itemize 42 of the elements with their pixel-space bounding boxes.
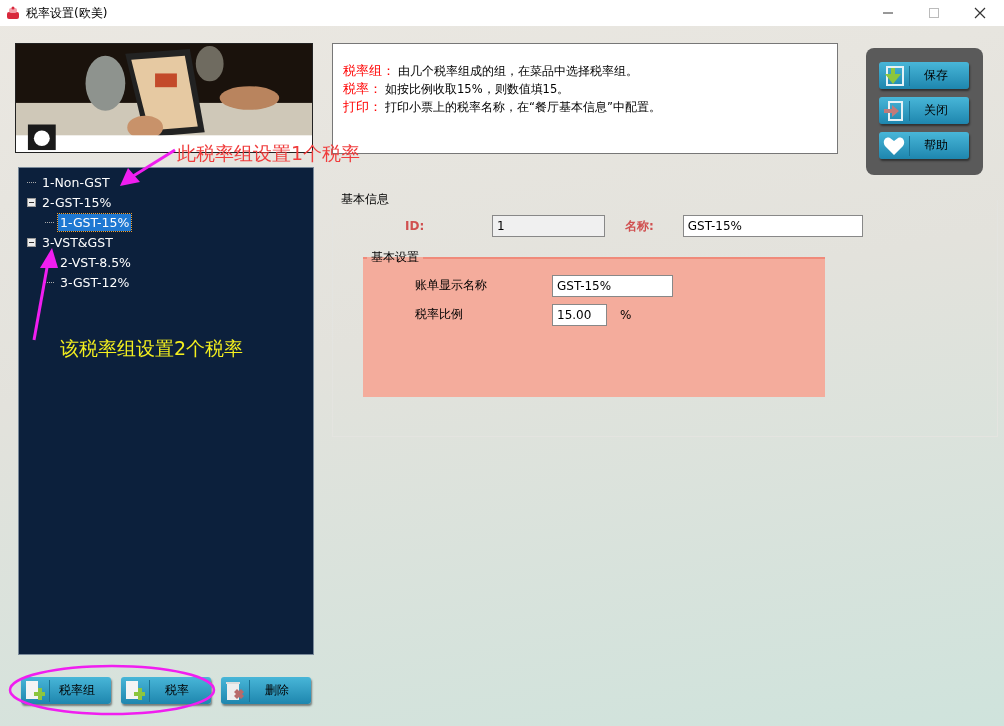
- toolbar-button[interactable]: 删除: [221, 677, 311, 704]
- tree-item[interactable]: 2-GST-15%: [40, 193, 114, 211]
- name-field[interactable]: GST-15%: [682, 215, 863, 237]
- field-label: 账单显示名称: [414, 277, 488, 294]
- display-name-field[interactable]: GST-15%: [552, 274, 673, 297]
- help-text: 打印小票上的税率名称，在“餐厅基本信息”中配置。: [385, 100, 661, 115]
- help-label: 打印：: [343, 98, 382, 116]
- unit-label: %: [620, 307, 632, 322]
- door-arrow-icon: [883, 100, 910, 121]
- collapse-icon[interactable]: [27, 197, 36, 207]
- tree-item[interactable]: 1-GST-15%: [58, 213, 132, 231]
- cake-icon: [6, 6, 20, 20]
- help-label: 税率：: [343, 80, 382, 98]
- tree-item[interactable]: 3-VST&GST: [40, 233, 115, 251]
- help-text: 由几个税率组成的组，在菜品中选择税率组。: [398, 64, 638, 79]
- tree-item[interactable]: 2-VST-8.5%: [58, 253, 133, 271]
- tree-item[interactable]: 3-GST-12%: [58, 273, 132, 291]
- help-text: 如按比例收取15%，则数值填15。: [385, 82, 570, 97]
- heart-icon: [883, 135, 910, 156]
- field-label: 税率比例: [414, 306, 464, 323]
- floppy-arrow-icon: [883, 65, 910, 86]
- id-field[interactable]: 1: [492, 215, 605, 237]
- annotation-text: 该税率组设置2个税率: [60, 336, 244, 361]
- group-title: 基本信息: [341, 191, 390, 208]
- close-icon[interactable]: [974, 7, 986, 19]
- action-button[interactable]: 关闭: [879, 97, 969, 124]
- add-document-icon: [125, 679, 150, 702]
- annotation-arrow: [120, 148, 176, 186]
- field-label: ID:: [404, 219, 426, 233]
- rate-field[interactable]: 15.00: [552, 303, 607, 326]
- group-title: 基本设置: [370, 249, 420, 266]
- action-button[interactable]: 帮助: [879, 132, 969, 159]
- tree-item[interactable]: 1-Non-GST: [40, 173, 112, 191]
- trash-icon: [225, 679, 250, 702]
- toolbar-button[interactable]: 税率组: [21, 677, 111, 704]
- window-title: 税率设置(欧美): [26, 4, 108, 22]
- action-button[interactable]: 保存: [879, 62, 969, 89]
- add-document-icon: [25, 679, 50, 702]
- field-label: 名称:: [624, 217, 654, 235]
- toolbar-button[interactable]: 税率: [121, 677, 211, 704]
- collapse-icon[interactable]: [27, 237, 36, 247]
- help-label: 税率组：: [343, 62, 395, 80]
